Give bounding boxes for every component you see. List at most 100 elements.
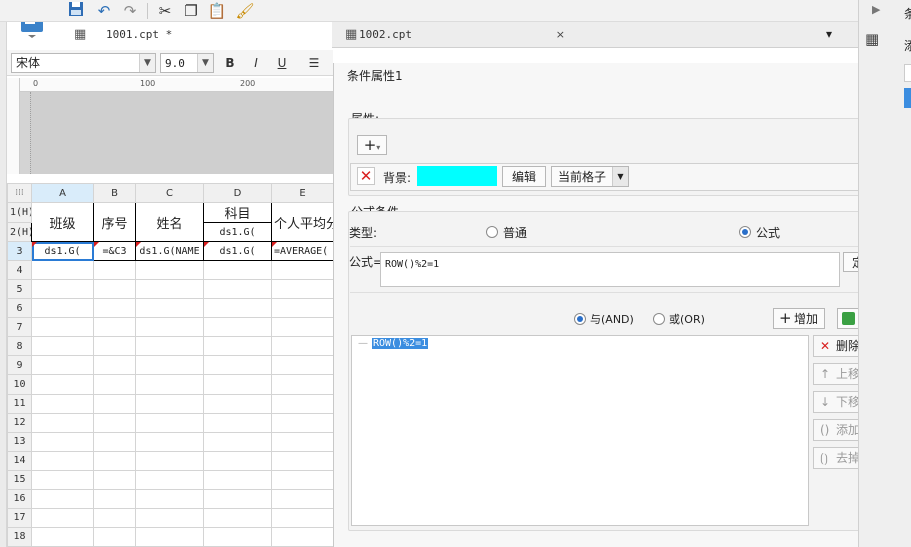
cell[interactable]	[93, 279, 136, 300]
italic-button[interactable]: I	[246, 54, 266, 72]
cell[interactable]	[203, 507, 272, 528]
cell[interactable]	[203, 393, 272, 414]
cell[interactable]	[31, 488, 94, 509]
cell-header-subject[interactable]: 科目	[203, 202, 272, 224]
cell[interactable]	[31, 355, 94, 376]
format-brush-icon[interactable]: 🖌	[235, 1, 255, 21]
cell[interactable]	[31, 374, 94, 395]
cell[interactable]	[31, 298, 94, 319]
align-left-icon[interactable]: ☰	[304, 54, 324, 72]
cell[interactable]	[93, 450, 136, 471]
cell[interactable]	[271, 488, 334, 509]
row-header[interactable]: 14	[7, 450, 32, 471]
cell[interactable]	[135, 488, 204, 509]
cell[interactable]	[271, 431, 334, 452]
type-normal-radio[interactable]	[486, 226, 498, 238]
cell[interactable]	[271, 412, 334, 433]
cell[interactable]	[135, 431, 204, 452]
or-radio[interactable]	[653, 313, 665, 325]
column-header[interactable]: A	[31, 182, 94, 204]
row-header[interactable]: 2(H)	[7, 222, 32, 243]
row-header[interactable]: 18	[7, 526, 32, 547]
cell-E3[interactable]: =AVERAGE(	[271, 241, 334, 262]
background-color-swatch[interactable]	[417, 166, 497, 186]
cell[interactable]	[135, 450, 204, 471]
cell[interactable]	[203, 260, 272, 281]
cell[interactable]	[135, 336, 204, 357]
cell[interactable]	[31, 279, 94, 300]
add-condition-button[interactable]: + 增加	[773, 308, 825, 329]
cell[interactable]	[271, 507, 334, 528]
row-header[interactable]: 15	[7, 469, 32, 490]
cell[interactable]	[93, 260, 136, 281]
cell[interactable]	[93, 298, 136, 319]
cell[interactable]	[203, 469, 272, 490]
cell[interactable]	[135, 374, 204, 395]
cell[interactable]	[31, 393, 94, 414]
cell[interactable]	[93, 469, 136, 490]
cell[interactable]	[93, 488, 136, 509]
add-property-button[interactable]: +▾	[357, 135, 387, 155]
cell-header-name[interactable]: 姓名	[135, 202, 204, 243]
cell[interactable]	[93, 526, 136, 547]
row-header[interactable]: 3	[7, 241, 32, 262]
cell[interactable]	[203, 412, 272, 433]
cell[interactable]	[93, 507, 136, 528]
tab-1002[interactable]: ▦ 1002.cpt ×	[333, 22, 573, 48]
cell[interactable]	[31, 260, 94, 281]
cell[interactable]	[271, 336, 334, 357]
cell-C3[interactable]: ds1.G(NAME	[135, 241, 204, 262]
cell[interactable]	[31, 507, 94, 528]
column-header[interactable]: D	[203, 182, 272, 204]
cell[interactable]	[271, 469, 334, 490]
cell-subject-formula[interactable]: ds1.G(	[203, 222, 272, 243]
cell[interactable]	[31, 526, 94, 547]
select-all-corner[interactable]: ⁞⁞⁞	[7, 182, 32, 204]
cell[interactable]	[135, 317, 204, 338]
cell[interactable]	[203, 336, 272, 357]
tab-close-icon[interactable]: ×	[556, 22, 565, 48]
row-header[interactable]: 7	[7, 317, 32, 338]
cell-header-avg[interactable]: 个人平均分	[271, 202, 334, 243]
panel-tab-indicator[interactable]	[904, 88, 911, 108]
bold-button[interactable]: B	[220, 54, 240, 72]
cell[interactable]	[93, 336, 136, 357]
and-radio[interactable]	[574, 313, 586, 325]
cell[interactable]	[135, 507, 204, 528]
cell[interactable]	[203, 488, 272, 509]
row-header[interactable]: 10	[7, 374, 32, 395]
cell[interactable]	[271, 526, 334, 547]
cell[interactable]	[203, 431, 272, 452]
redo-icon[interactable]: ↷	[120, 1, 140, 21]
cell-header-seq[interactable]: 序号	[93, 202, 136, 243]
cell[interactable]	[135, 469, 204, 490]
cell[interactable]	[271, 374, 334, 395]
row-header[interactable]: 4	[7, 260, 32, 281]
cell[interactable]	[135, 393, 204, 414]
font-name-select[interactable]: 宋体 ▼	[11, 53, 156, 73]
cell[interactable]	[31, 469, 94, 490]
cell[interactable]	[135, 279, 204, 300]
cell[interactable]	[271, 260, 334, 281]
cell[interactable]	[271, 450, 334, 471]
paste-icon[interactable]: 📋	[207, 1, 227, 21]
cell[interactable]	[203, 374, 272, 395]
cell[interactable]	[31, 450, 94, 471]
cell[interactable]	[271, 298, 334, 319]
row-header[interactable]: 12	[7, 412, 32, 433]
cell-B3[interactable]: =&C3	[93, 241, 136, 262]
row-header[interactable]: 9	[7, 355, 32, 376]
scope-select[interactable]: 当前格子 ▼	[551, 166, 629, 187]
cell[interactable]	[135, 526, 204, 547]
cell-D3[interactable]: ds1.G(	[203, 241, 272, 262]
cell[interactable]	[203, 279, 272, 300]
collapse-arrow-icon[interactable]: ▶	[872, 3, 880, 16]
cell[interactable]	[31, 336, 94, 357]
cell[interactable]	[203, 526, 272, 547]
cell[interactable]	[93, 374, 136, 395]
cell[interactable]	[271, 355, 334, 376]
cell[interactable]	[93, 393, 136, 414]
row-header[interactable]: 13	[7, 431, 32, 452]
cell[interactable]	[135, 355, 204, 376]
remove-property-icon[interactable]: ✕	[357, 167, 375, 185]
